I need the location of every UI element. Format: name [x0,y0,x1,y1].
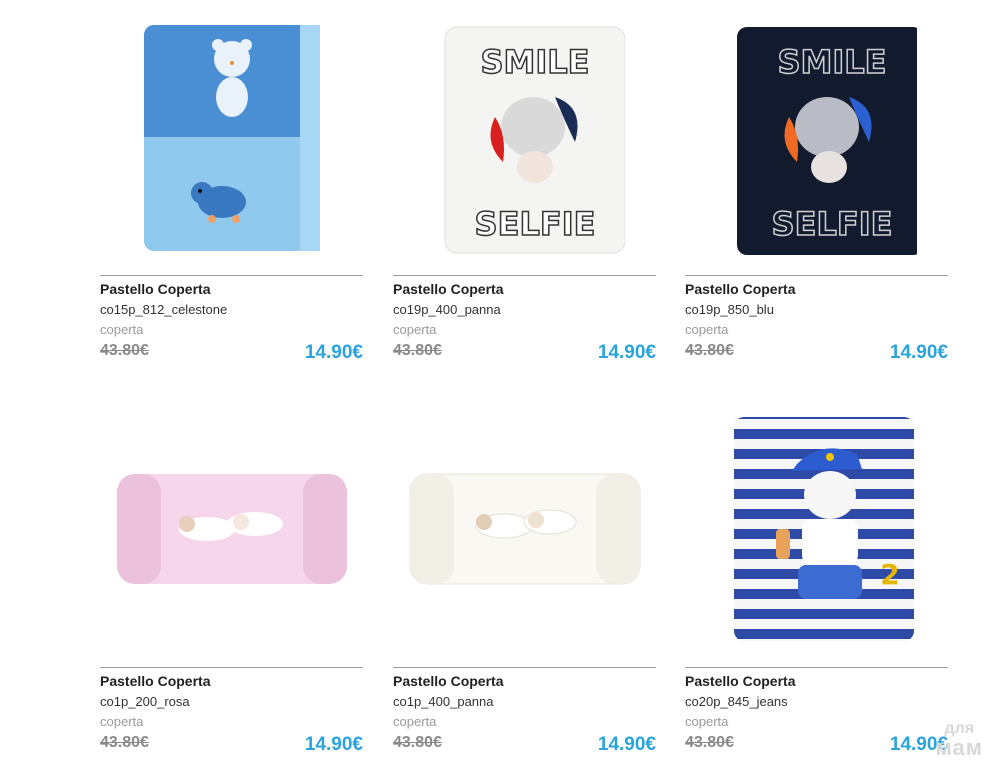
print-smile: SMILE [480,43,589,81]
watermark-line-2: мам [935,735,983,760]
product-card[interactable]: Pastello Coperta co1p_400_panna coperta … [393,392,656,764]
product-code: co19p_850_blu [685,302,774,317]
product-brand[interactable]: Pastello Coperta [393,673,503,689]
product-grid: Pastello Coperta co15p_812_celestone cop… [0,0,997,769]
product-category: coperta [100,714,144,729]
product-brand[interactable]: Pastello Coperta [685,281,795,297]
patch-number: 2 [880,558,899,591]
product-brand[interactable]: Pastello Coperta [100,281,210,297]
product-card[interactable]: SMILE SELFIE Pastello Coperta co19p_850_… [685,0,948,372]
product-category: coperta [100,322,144,337]
product-code: co15p_812_celestone [100,302,228,317]
old-price: 43.80€ [393,734,442,751]
print-selfie: SELFIE [474,205,595,243]
product-image[interactable] [100,400,363,658]
product-card[interactable]: Pastello Coperta co15p_812_celestone cop… [100,0,363,372]
print-selfie: SELFIE [771,205,892,243]
old-price: 43.80€ [685,342,734,359]
product-image[interactable]: 2 [685,400,948,658]
separator [393,667,656,668]
old-price: 43.80€ [100,342,149,359]
print-smile: SMILE [777,43,886,81]
sale-price: 14.90€ [597,734,656,755]
watermark-logo: для мам [936,721,984,759]
sale-price: 14.90€ [304,734,363,755]
product-brand[interactable]: Pastello Coperta [393,281,503,297]
product-code: co1p_400_panna [393,694,494,709]
product-card[interactable]: 2 Pastello Coperta co20p_845_jeans coper… [685,392,948,764]
product-code: co20p_845_jeans [685,694,788,709]
separator [100,667,363,668]
separator [685,275,948,276]
sale-price: 14.90€ [597,342,656,363]
product-category: coperta [685,714,729,729]
old-price: 43.80€ [100,734,149,751]
separator [393,275,656,276]
product-image[interactable]: SMILE SELFIE [685,8,948,266]
separator [685,667,948,668]
product-card[interactable]: Pastello Coperta co1p_200_rosa coperta 4… [100,392,363,764]
product-code: co1p_200_rosa [100,694,190,709]
product-image[interactable] [100,8,363,266]
product-image[interactable] [393,400,656,658]
product-brand[interactable]: Pastello Coperta [685,673,795,689]
product-card[interactable]: SMILE SELFIE Pastello Coperta co19p_400_… [393,0,656,372]
product-category: coperta [685,322,729,337]
old-price: 43.80€ [393,342,442,359]
sale-price: 14.90€ [304,342,363,363]
separator [100,275,363,276]
product-category: coperta [393,714,437,729]
product-image[interactable]: SMILE SELFIE [393,8,656,266]
old-price: 43.80€ [685,734,734,751]
sale-price: 14.90€ [889,342,948,363]
product-category: coperta [393,322,437,337]
product-code: co19p_400_panna [393,302,501,317]
product-brand[interactable]: Pastello Coperta [100,673,210,689]
